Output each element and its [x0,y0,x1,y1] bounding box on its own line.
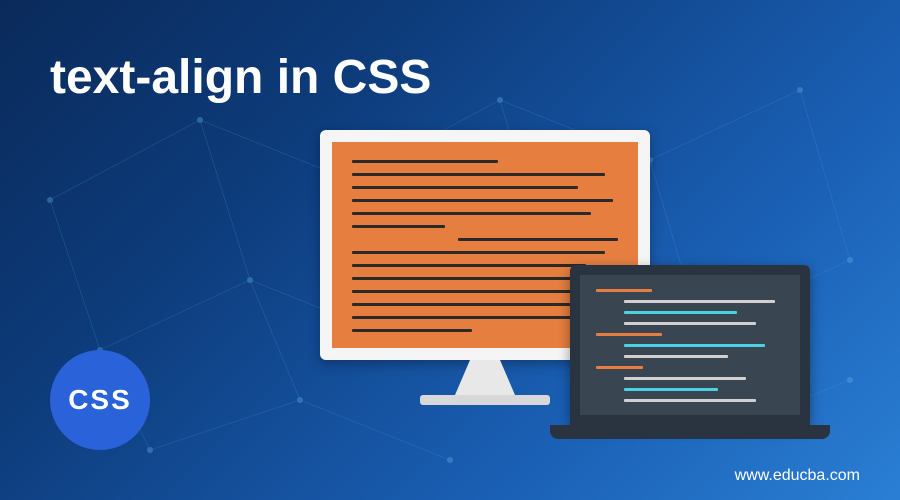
page-title: text-align in CSS [50,50,431,105]
css-badge: CSS [50,350,150,450]
monitor-stand [455,360,515,395]
badge-label: CSS [68,384,132,416]
laptop-base [550,425,830,439]
laptop [570,265,830,439]
footer-url: www.educba.com [735,467,860,485]
laptop-screen [570,265,810,425]
monitor-base [420,395,550,405]
